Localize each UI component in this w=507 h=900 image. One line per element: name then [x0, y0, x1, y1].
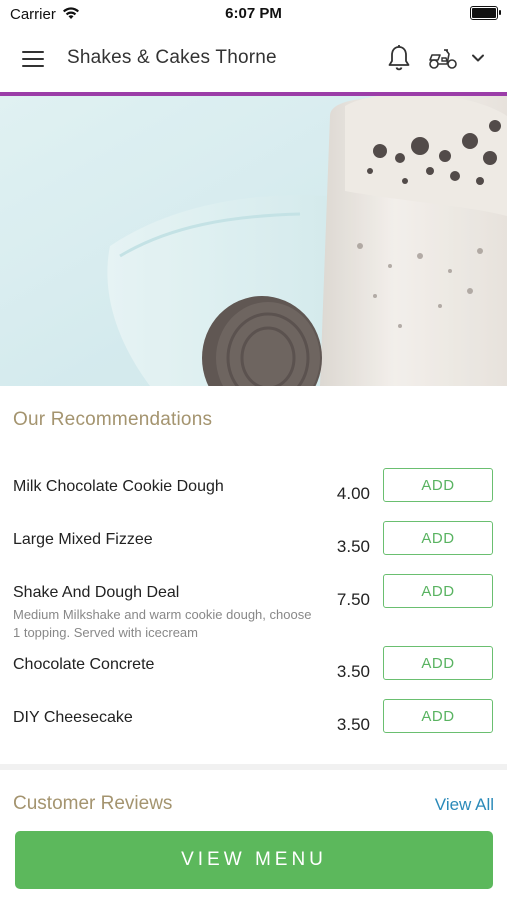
add-button[interactable]: ADD: [383, 468, 493, 502]
battery-icon: [470, 6, 501, 20]
recommendations-title: Our Recommendations: [13, 409, 213, 430]
bell-icon[interactable]: [386, 44, 412, 72]
item-name: Chocolate Concrete: [13, 656, 155, 673]
clock: 6:07 PM: [225, 5, 282, 22]
reviews-title: Customer Reviews: [13, 793, 173, 814]
item-name: DIY Cheesecake: [13, 709, 133, 726]
app-header: Shakes & Cakes Thorne: [0, 28, 507, 92]
item-name: Milk Chocolate Cookie Dough: [13, 478, 224, 495]
add-button[interactable]: ADD: [383, 646, 493, 680]
chevron-down-icon[interactable]: [470, 50, 486, 66]
view-menu-button[interactable]: VIEW MENU: [15, 831, 493, 889]
add-button[interactable]: ADD: [383, 574, 493, 608]
item-price: 7.50: [336, 590, 370, 609]
item-price: 4.00: [336, 484, 370, 503]
item-name: Large Mixed Fizzee: [13, 531, 153, 548]
scooter-icon[interactable]: [428, 46, 458, 70]
item-name: Shake And Dough Deal: [13, 584, 180, 601]
status-bar: Carrier 6:07 PM: [0, 0, 507, 28]
hero-image: [0, 96, 507, 386]
view-all-link[interactable]: View All: [435, 795, 494, 815]
menu-icon[interactable]: [22, 50, 44, 68]
section-divider: [0, 764, 507, 770]
recommendations-section: Our Recommendations Milk Chocolate Cooki…: [0, 386, 507, 766]
item-price: 3.50: [336, 537, 370, 556]
item-description: Medium Milkshake and warm cookie dough, …: [13, 607, 312, 640]
store-title: Shakes & Cakes Thorne: [67, 47, 277, 68]
add-button[interactable]: ADD: [383, 521, 493, 555]
item-price: 3.50: [336, 662, 370, 681]
add-button[interactable]: ADD: [383, 699, 493, 733]
item-price: 3.50: [336, 715, 370, 734]
